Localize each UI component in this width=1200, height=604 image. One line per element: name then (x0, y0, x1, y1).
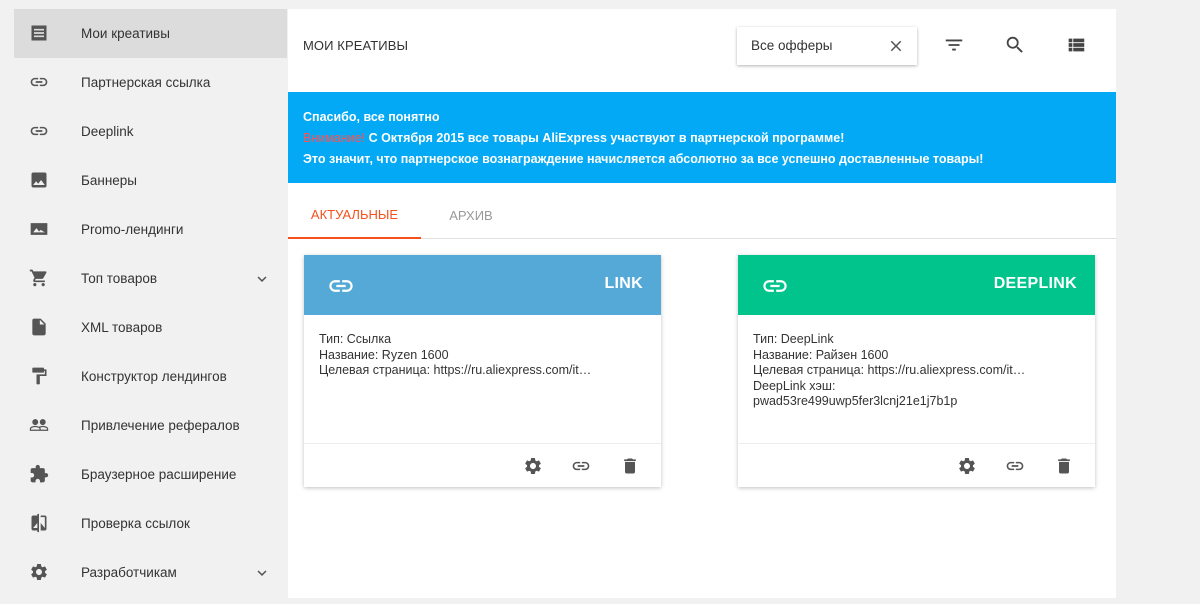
card-body: Тип: DeepLink Название: Райзен 1600 Целе… (753, 332, 1073, 410)
card-type: LINK (604, 275, 643, 292)
offer-select-value: Все офферы (751, 38, 833, 53)
compare-icon (29, 513, 49, 533)
sidebar: Мои креативы Партнерская ссылка Deeplink… (14, 9, 287, 604)
sidebar-item-label: Разработчикам (81, 565, 177, 580)
card-header: DEEPLINK (738, 255, 1095, 315)
sidebar-item-label: XML товаров (81, 320, 163, 335)
chevron-down-icon[interactable] (253, 270, 271, 288)
sidebar-item-partner-link[interactable]: Партнерская ссылка (14, 58, 287, 107)
sidebar-item-label: Партнерская ссылка (81, 75, 211, 90)
tab-archive[interactable]: АРХИВ (421, 192, 521, 239)
people-icon (29, 415, 49, 435)
list-view-icon[interactable] (1065, 34, 1087, 56)
file-icon (29, 317, 49, 337)
link-icon[interactable] (571, 456, 591, 476)
chevron-down-icon[interactable] (253, 564, 271, 582)
link-icon (29, 72, 49, 92)
card-line: Название: Райзен 1600 (753, 347, 889, 362)
card-line: Тип: DeepLink (753, 332, 834, 346)
notice-line: Внимание! С Октября 2015 все товары AliE… (303, 131, 844, 145)
sidebar-item-label: Баннеры (81, 173, 137, 188)
tab-actual[interactable]: АКТУАЛЬНЫЕ (288, 192, 421, 239)
offer-select[interactable]: Все офферы (737, 27, 917, 65)
sidebar-item-top-products[interactable]: Топ товаров (14, 254, 287, 303)
card-line: Тип: Ссылка (319, 332, 392, 346)
sidebar-item-label: Promo-лендинги (81, 222, 184, 237)
filter-icon[interactable] (943, 34, 965, 56)
card-type: DEEPLINK (993, 275, 1077, 292)
main-panel: МОИ КРЕАТИВЫ Все офферы Спасибо, все пон… (288, 9, 1116, 598)
sidebar-item-landing-builder[interactable]: Конструктор лендингов (14, 352, 287, 401)
sidebar-item-label: Проверка ссылок (81, 516, 190, 531)
extension-icon (29, 464, 49, 484)
sidebar-item-banners[interactable]: Баннеры (14, 156, 287, 205)
card-body: Тип: Ссылка Название: Ryzen 1600 Целевая… (319, 332, 639, 379)
sidebar-item-label: Браузерное расширение (81, 467, 237, 482)
gear-icon[interactable] (957, 456, 977, 476)
image-icon (29, 219, 49, 239)
sidebar-item-label: Мои креативы (81, 26, 170, 41)
list-icon (29, 23, 49, 43)
card-actions (304, 443, 661, 487)
delete-icon[interactable] (1054, 456, 1074, 476)
delete-icon[interactable] (620, 456, 640, 476)
notice-warning: Внимание! (303, 131, 366, 145)
creative-card: DEEPLINK Тип: DeepLink Название: Райзен … (738, 255, 1095, 487)
sidebar-item-label: Топ товаров (81, 271, 158, 286)
gear-icon[interactable] (523, 456, 543, 476)
sidebar-item-referrals[interactable]: Привлечение рефералов (14, 401, 287, 450)
creative-card: LINK Тип: Ссылка Название: Ryzen 1600 Це… (304, 255, 661, 487)
notice-line: Это значит, что партнерское вознагражден… (303, 152, 984, 166)
sidebar-item-link-check[interactable]: Проверка ссылок (14, 499, 287, 548)
card-line: DeepLink хэш: (753, 378, 836, 393)
card-line: Целевая страница: https://ru.aliexpress.… (319, 363, 592, 377)
paint-roller-icon (29, 366, 49, 386)
sidebar-item-xml-products[interactable]: XML товаров (14, 303, 287, 352)
link-icon (324, 272, 358, 300)
sidebar-item-my-creatives[interactable]: Мои креативы (14, 9, 287, 58)
image-icon (29, 170, 49, 190)
card-line: pwad53re499uwp5fer3lcnj21e1j7b1p (753, 394, 958, 408)
close-icon[interactable] (887, 37, 905, 55)
header: МОИ КРЕАТИВЫ Все офферы (288, 9, 1116, 83)
sidebar-item-label: Привлечение рефералов (81, 418, 240, 433)
link-icon (758, 272, 792, 300)
card-line: Целевая страница: https://ru.aliexpress.… (753, 363, 1026, 377)
notice-text: С Октября 2015 все товары AliExpress уча… (365, 131, 845, 145)
search-icon[interactable] (1004, 34, 1026, 56)
sidebar-item-browser-extension[interactable]: Браузерное расширение (14, 450, 287, 499)
sidebar-item-deeplink[interactable]: Deeplink (14, 107, 287, 156)
card-actions (738, 443, 1095, 487)
sidebar-item-developers[interactable]: Разработчикам (14, 548, 287, 597)
notice-dismiss-link[interactable]: Спасибо, все понятно (303, 110, 440, 124)
card-line: Название: Ryzen 1600 (319, 347, 449, 362)
sidebar-item-label: Конструктор лендингов (81, 369, 227, 384)
sidebar-item-promo-landings[interactable]: Promo-лендинги (14, 205, 287, 254)
page-title: МОИ КРЕАТИВЫ (303, 38, 409, 53)
notice-banner: Спасибо, все понятно Внимание! С Октября… (288, 92, 1116, 183)
link-icon[interactable] (1005, 456, 1025, 476)
link-icon (29, 121, 49, 141)
sidebar-item-label: Deeplink (81, 124, 134, 139)
card-header: LINK (304, 255, 661, 315)
gear-icon (29, 562, 49, 582)
cart-icon (29, 268, 49, 288)
tabs: АКТУАЛЬНЫЕ АРХИВ (288, 192, 1116, 239)
